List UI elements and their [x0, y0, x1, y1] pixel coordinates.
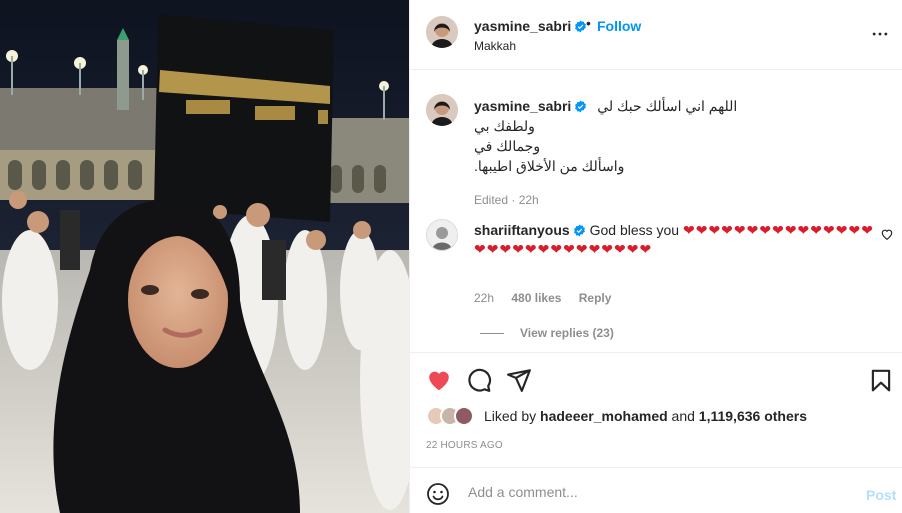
- caption-line: وجمالك في: [474, 138, 541, 154]
- share-icon[interactable]: [506, 367, 532, 393]
- liked-by-text: Liked by hadeeer_mohamed and 1,119,636 o…: [484, 408, 807, 424]
- caption-line: اللهم اني اسألك حبك لي: [597, 98, 738, 114]
- post-side-panel: yasmine_sabri • Follow Makkah yasmine_sa…: [409, 0, 902, 513]
- comment-text: God bless you: [589, 222, 680, 238]
- commenter-avatar[interactable]: [426, 219, 458, 251]
- liked-by-prefix: Liked by: [484, 408, 537, 424]
- author-avatar[interactable]: [426, 16, 458, 48]
- post-location[interactable]: Makkah: [474, 39, 516, 53]
- comment-meta: 22h 480 likes Reply: [474, 291, 625, 305]
- comment-like-heart-icon[interactable]: [880, 227, 894, 241]
- comment-icon[interactable]: [466, 367, 492, 393]
- post-actions-bar: [410, 352, 902, 404]
- add-comment-input[interactable]: [466, 481, 850, 503]
- view-replies-button[interactable]: View replies (23): [480, 326, 614, 340]
- more-options-icon[interactable]: [870, 24, 890, 44]
- verified-badge-icon: [573, 224, 585, 237]
- author-username[interactable]: yasmine_sabri: [474, 18, 587, 34]
- emoji-icon[interactable]: [426, 482, 450, 506]
- separator-dot: •: [586, 15, 591, 31]
- caption-author-avatar[interactable]: [426, 94, 458, 126]
- photo-illustration: [0, 0, 409, 513]
- liker-avatar: [454, 406, 474, 426]
- bookmark-icon[interactable]: [868, 367, 894, 393]
- caption-line: واسألك من الأخلاق اطيبها.: [474, 158, 625, 174]
- instagram-post-view: yasmine_sabri • Follow Makkah yasmine_sa…: [0, 0, 902, 513]
- replies-divider: [480, 333, 504, 335]
- liked-by-count[interactable]: 1,119,636 others: [699, 408, 807, 424]
- like-heart-icon[interactable]: [426, 367, 452, 393]
- post-caption: yasmine_sabri اللهم اني اسألك حبك لي ولط…: [474, 96, 737, 210]
- post-photo[interactable]: [0, 0, 409, 513]
- caption-username[interactable]: yasmine_sabri: [474, 98, 587, 114]
- comment-time: 22h: [474, 291, 495, 305]
- post-timestamp[interactable]: 22 HOURS AGO: [426, 440, 503, 451]
- liked-by-and: and: [671, 408, 695, 424]
- verified-badge-icon: [575, 100, 587, 113]
- post-comment-button[interactable]: Post: [866, 487, 896, 503]
- add-comment-bar: Post: [410, 467, 902, 513]
- post-header: yasmine_sabri • Follow Makkah: [410, 0, 902, 70]
- comment-body: shariiftanyous God bless you ❤❤❤❤❤❤❤❤❤❤❤…: [474, 221, 884, 258]
- commenter-username[interactable]: shariiftanyous: [474, 222, 586, 238]
- view-replies-label: View replies (23): [520, 326, 614, 340]
- caption-line: ولطفك بي: [474, 118, 535, 134]
- comment-reply-button[interactable]: Reply: [579, 291, 612, 305]
- comment-likes[interactable]: 480 likes: [511, 291, 561, 305]
- liked-by-user[interactable]: hadeeer_mohamed: [540, 408, 668, 424]
- follow-button[interactable]: Follow: [597, 18, 641, 34]
- caption-edited-time: Edited · 22h: [474, 193, 539, 207]
